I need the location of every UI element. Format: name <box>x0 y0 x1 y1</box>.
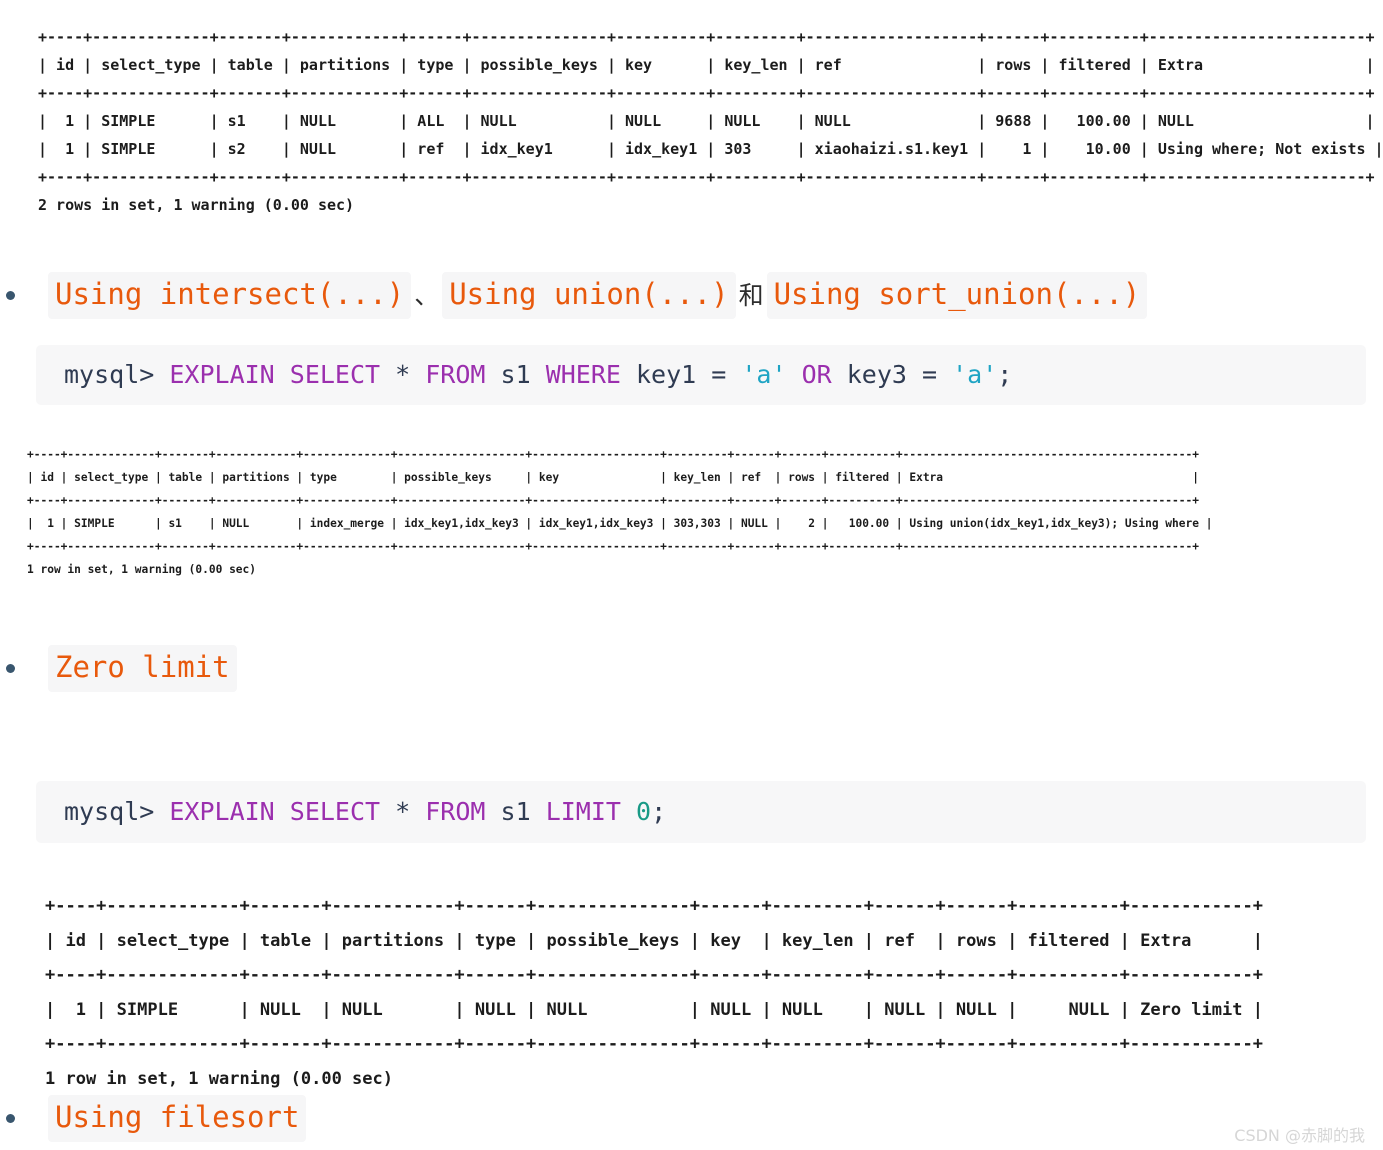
explain-output-table-join: +----+-------------+-------+------------… <box>38 28 1383 214</box>
sql-code-block-union[interactable]: mysql> EXPLAIN SELECT * FROM s1 WHERE ke… <box>36 345 1366 405</box>
heading-text-group: Using intersect(...) 、 Using union(...) … <box>48 272 1148 320</box>
sql-prompt: mysql> <box>64 360 170 390</box>
sql-code-line-union: mysql> EXPLAIN SELECT * FROM s1 WHERE ke… <box>36 356 1012 394</box>
heading-using-filesort: Using filesort <box>6 1095 307 1143</box>
separator-he: 和 <box>738 281 764 310</box>
sql-keyword-or: OR <box>786 360 832 390</box>
sql-code-block-limit[interactable]: mysql> EXPLAIN SELECT * FROM s1 LIMIT 0; <box>36 781 1366 843</box>
explain-output-table-zero-limit: +----+-------------+-------+------------… <box>45 896 1263 1089</box>
sql-star: * <box>380 360 426 390</box>
sql-keyword-where: WHERE <box>545 360 621 390</box>
code-token-using-sort-union: Using sort_union(...) <box>766 272 1148 320</box>
sql-keyword-from: FROM <box>425 797 486 827</box>
heading-zero-limit: Zero limit <box>6 645 237 693</box>
sql-number-zero: 0 <box>636 797 652 827</box>
code-token-zero-limit: Zero limit <box>48 645 237 693</box>
sql-expr-key3: key3 = <box>831 360 953 390</box>
sql-prompt: mysql> <box>64 797 170 827</box>
heading-using-intersect-union-sort-union: Using intersect(...) 、 Using union(...) … <box>6 272 1148 320</box>
sql-space-1 <box>275 797 290 826</box>
explain-output-table-index-merge: +----+-------------+-------+------------… <box>27 448 1213 577</box>
sql-star: * <box>380 797 426 827</box>
sql-keyword-limit: LIMIT <box>545 797 621 827</box>
sql-keyword-explain: EXPLAIN <box>169 797 275 827</box>
heading-text-group: Zero limit <box>48 645 237 693</box>
sql-keyword-from: FROM <box>425 360 486 390</box>
separator-dunhao: 、 <box>414 281 440 310</box>
sql-string-a1: 'a' <box>741 360 787 390</box>
sql-semicolon-1: ; <box>997 360 1013 390</box>
bullet-dot-icon <box>6 1114 15 1124</box>
sql-keyword-select: SELECT <box>289 797 381 827</box>
sql-table-name: s1 <box>485 360 546 390</box>
sql-table-name: s1 <box>485 797 546 827</box>
sql-semicolon-2: ; <box>651 797 667 827</box>
code-token-using-union: Using union(...) <box>442 272 736 320</box>
sql-code-line-limit: mysql> EXPLAIN SELECT * FROM s1 LIMIT 0; <box>36 793 666 831</box>
sql-keyword-select: SELECT <box>289 360 381 390</box>
sql-string-a2: 'a' <box>952 360 998 390</box>
sql-space-1 <box>275 360 290 389</box>
code-token-using-intersect: Using intersect(...) <box>48 272 412 320</box>
heading-text-group: Using filesort <box>48 1095 307 1143</box>
code-token-using-filesort: Using filesort <box>48 1095 307 1143</box>
csdn-watermark: CSDN @赤脚的我 <box>1234 1126 1365 1145</box>
sql-space-2 <box>621 797 636 826</box>
bullet-dot-icon <box>6 664 15 674</box>
bullet-dot-icon <box>6 291 15 301</box>
sql-expr-key1: key1 = <box>620 360 742 390</box>
sql-keyword-explain: EXPLAIN <box>169 360 275 390</box>
